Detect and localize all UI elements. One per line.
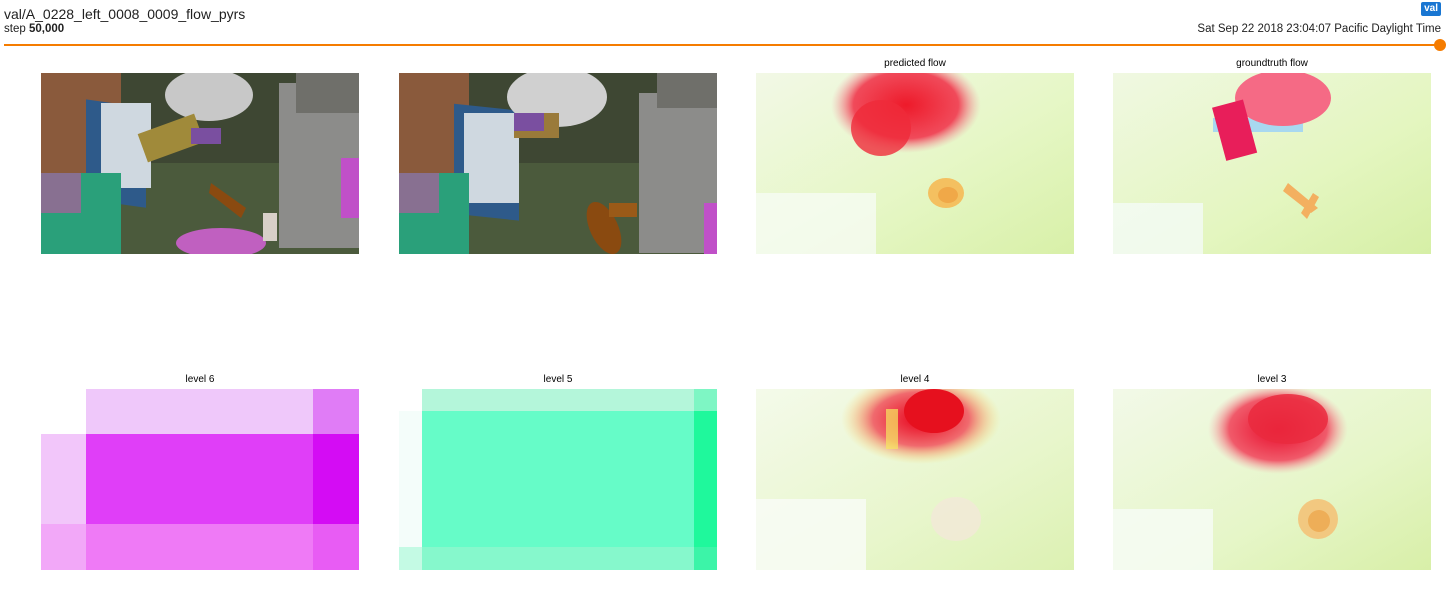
timestamp: Sat Sep 22 2018 23:04:07 Pacific Dayligh…	[1197, 23, 1441, 35]
step-prefix: step	[4, 23, 26, 35]
panel-label: level 6	[185, 374, 215, 385]
step-indicator: step 50,000	[4, 23, 64, 35]
predicted-flow-image[interactable]	[756, 73, 1074, 254]
input-frame-1-image[interactable]	[41, 73, 359, 254]
step-value: 50,000	[28, 23, 65, 35]
level-6-flow-image[interactable]	[41, 389, 359, 570]
run-tag-badge: val	[1421, 2, 1441, 16]
level-4-flow-image[interactable]	[756, 389, 1074, 570]
panel-label: level 3	[1257, 374, 1287, 385]
level-3-flow-image[interactable]	[1113, 389, 1431, 570]
step-slider-thumb[interactable]	[1434, 39, 1446, 51]
panel-label: predicted flow	[884, 58, 946, 69]
panel-label: level 5	[543, 374, 573, 385]
run-title: val/A_0228_left_0008_0009_flow_pyrs	[4, 6, 246, 22]
step-slider[interactable]	[4, 39, 1446, 51]
input-frame-2-image[interactable]	[399, 73, 717, 254]
run-header: val/A_0228_left_0008_0009_flow_pyrs step…	[0, 0, 1454, 51]
panel-label: groundtruth flow	[1236, 58, 1308, 69]
panel-label	[399, 58, 717, 70]
groundtruth-flow-image[interactable]	[1113, 73, 1431, 254]
panel-label	[41, 58, 359, 70]
panel-label: level 4	[900, 374, 930, 385]
level-5-flow-image[interactable]	[399, 389, 717, 570]
step-slider-track[interactable]	[4, 44, 1436, 46]
